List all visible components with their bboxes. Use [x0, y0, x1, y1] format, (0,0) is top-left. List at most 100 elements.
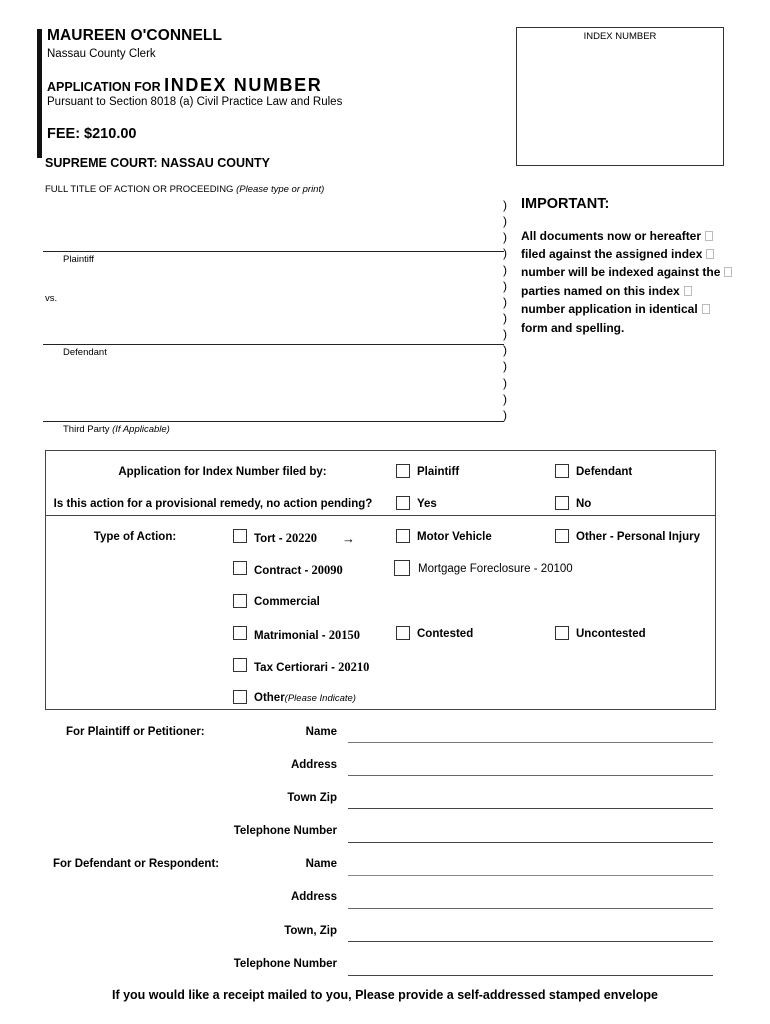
plaintiff-address-label: Address — [290, 759, 337, 771]
plaintiff-section-label: For Plaintiff or Petitioner: — [66, 726, 205, 738]
provisional-yes-checkbox[interactable] — [396, 496, 410, 510]
plaintiff-town-zip-label: Town Zip — [287, 792, 337, 804]
header-accent-bar — [37, 29, 42, 158]
action-details-box — [45, 450, 716, 710]
title-prefix: APPLICATION FOR — [47, 80, 161, 94]
mortgage-foreclosure-checkbox[interactable] — [394, 560, 410, 576]
caption-paren: ) — [503, 230, 507, 244]
caption-paren: ) — [503, 214, 507, 228]
title-main: INDEX NUMBER — [164, 75, 323, 95]
defendant-field[interactable] — [43, 344, 504, 345]
filed-by-plaintiff-checkbox[interactable] — [396, 464, 410, 478]
missing-glyph-icon — [701, 304, 710, 314]
important-title: IMPORTANT: — [521, 196, 610, 212]
form-divider — [45, 515, 716, 516]
defendant-name-field[interactable] — [348, 875, 713, 876]
defendant-label: Defendant — [63, 347, 107, 358]
provisional-no-label: No — [576, 498, 592, 510]
third-party-field[interactable] — [43, 421, 504, 422]
other-checkbox[interactable] — [233, 690, 247, 704]
uncontested-label: Uncontested — [576, 628, 646, 640]
defendant-name-label: Name — [305, 858, 337, 870]
contract-label: Contract - 20090 — [254, 563, 343, 577]
caption-paren: ) — [503, 295, 507, 309]
missing-glyph-icon — [706, 249, 715, 259]
filed-by-defendant-label: Defendant — [576, 466, 633, 478]
plaintiff-town-zip-field[interactable] — [348, 808, 713, 809]
tax-certiorari-checkbox[interactable] — [233, 658, 247, 672]
motor-vehicle-checkbox[interactable] — [396, 529, 410, 543]
page-title: APPLICATION FOR INDEX NUMBER — [47, 75, 322, 96]
type-of-action-label: Type of Action: — [93, 531, 177, 543]
caption-paren: ) — [503, 311, 507, 325]
index-number-label: INDEX NUMBER — [583, 31, 657, 42]
tax-certiorari-label: Tax Certiorari - 20210 — [254, 660, 370, 674]
filed-by-defendant-checkbox[interactable] — [555, 464, 569, 478]
other-personal-injury-checkbox[interactable] — [555, 529, 569, 543]
important-line: number application in identical — [521, 302, 710, 316]
matrimonial-label: Matrimonial - 20150 — [254, 628, 361, 642]
important-line: filed against the assigned index — [521, 247, 715, 261]
caption-paren: ) — [503, 392, 507, 406]
index-number-box[interactable]: INDEX NUMBER — [516, 27, 724, 166]
plaintiff-label: Plaintiff — [63, 254, 94, 265]
tort-checkbox[interactable] — [233, 529, 247, 543]
matrimonial-checkbox[interactable] — [233, 626, 247, 640]
third-party-note: (If Applicable) — [112, 424, 170, 435]
plaintiff-telephone-field[interactable] — [348, 842, 713, 843]
defendant-address-field[interactable] — [348, 908, 713, 909]
other-label: Other(Please Indicate) — [254, 692, 356, 704]
commercial-label: Commercial — [254, 596, 320, 608]
provisional-no-checkbox[interactable] — [555, 496, 569, 510]
plaintiff-address-field[interactable] — [348, 775, 713, 776]
important-line: All documents now or hereafter — [521, 229, 714, 243]
caption-paren: ) — [503, 246, 507, 260]
caption-paren: ) — [503, 327, 507, 341]
motor-vehicle-label: Motor Vehicle — [417, 531, 492, 543]
plaintiff-telephone-label: Telephone Number — [233, 825, 337, 837]
defendant-telephone-label: Telephone Number — [233, 958, 337, 970]
plaintiff-name-field[interactable] — [348, 742, 713, 743]
full-title-text: FULL TITLE OF ACTION OR PROCEEDING — [45, 184, 234, 195]
contested-label: Contested — [417, 628, 474, 640]
defendant-telephone-field[interactable] — [348, 975, 713, 976]
tort-label: Tort - 20220 — [254, 531, 317, 545]
fee-text: FEE: $210.00 — [47, 126, 137, 142]
pursuant-text: Pursuant to Section 8018 (a) Civil Pract… — [47, 96, 343, 108]
arrow-right-icon: → — [342, 531, 355, 546]
important-line: number will be indexed against the — [521, 265, 733, 279]
plaintiff-name-label: Name — [305, 726, 337, 738]
important-line: form and spelling. — [521, 321, 625, 335]
defendant-address-label: Address — [290, 891, 337, 903]
caption-paren: ) — [503, 359, 507, 373]
third-party-label: Third Party (If Applicable) — [63, 424, 170, 435]
contested-checkbox[interactable] — [396, 626, 410, 640]
full-title-label: FULL TITLE OF ACTION OR PROCEEDING (Plea… — [45, 184, 324, 195]
missing-glyph-icon — [724, 267, 733, 277]
caption-paren: ) — [503, 376, 507, 390]
plaintiff-field[interactable] — [43, 251, 504, 252]
court-name: SUPREME COURT: NASSAU COUNTY — [45, 156, 271, 170]
other-personal-injury-label: Other - Personal Injury — [576, 531, 700, 543]
commercial-checkbox[interactable] — [233, 594, 247, 608]
clerk-title: Nassau County Clerk — [47, 48, 156, 60]
third-party-text: Third Party — [63, 424, 110, 435]
vs-label: vs. — [45, 293, 58, 304]
defendant-town-zip-field[interactable] — [348, 941, 713, 942]
caption-paren: ) — [503, 263, 507, 277]
provisional-yes-label: Yes — [417, 498, 437, 510]
uncontested-checkbox[interactable] — [555, 626, 569, 640]
caption-paren: ) — [503, 198, 507, 212]
provisional-question: Is this action for a provisional remedy,… — [53, 498, 373, 510]
missing-glyph-icon — [705, 231, 714, 241]
filed-by-question: Application for Index Number filed by: — [118, 466, 327, 478]
clerk-name: MAUREEN O'CONNELL — [47, 27, 223, 44]
full-title-note: (Please type or print) — [236, 184, 325, 195]
caption-paren: ) — [503, 279, 507, 293]
contract-checkbox[interactable] — [233, 561, 247, 575]
important-line: parties named on this index — [521, 284, 692, 298]
mortgage-foreclosure-label: Mortgage Foreclosure - 20100 — [418, 563, 573, 575]
defendant-town-zip-label: Town, Zip — [284, 925, 337, 937]
missing-glyph-icon — [683, 286, 692, 296]
receipt-note: If you would like a receipt mailed to yo… — [111, 988, 658, 1002]
